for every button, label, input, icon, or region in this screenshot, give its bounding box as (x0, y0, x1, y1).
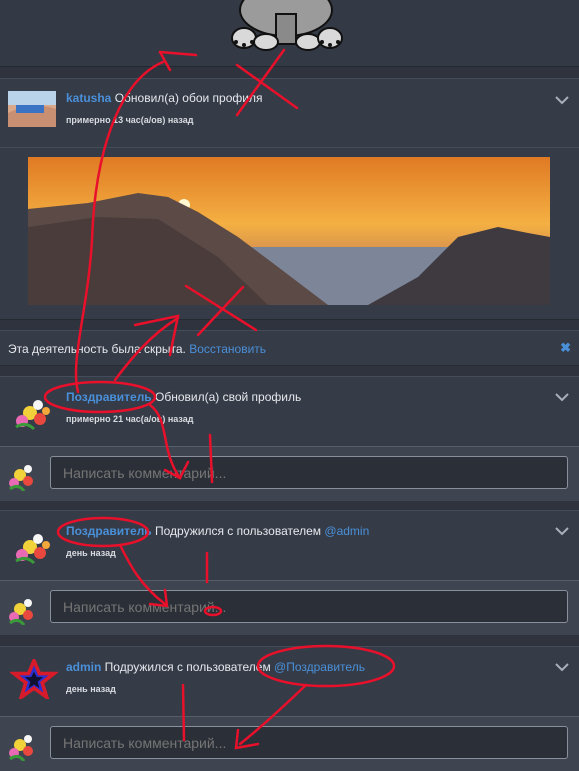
activity-card-friendship-admin: admin Подружился с пользователем @Поздра… (0, 646, 579, 718)
flower-avatar (9, 465, 33, 491)
comment-input[interactable] (50, 726, 568, 759)
activity-time: примерно 13 час(а/ов) назад (66, 115, 194, 125)
flower-avatar (9, 599, 33, 625)
hidden-activity-bar: Эта деятельность была скрыта. Восстанови… (0, 330, 579, 366)
star-avatar[interactable] (10, 659, 58, 699)
comment-input[interactable] (50, 590, 568, 623)
activity-action: Обновил(а) обои профиля (111, 91, 263, 105)
username-link[interactable]: katusha (66, 91, 111, 105)
activity-action: Подружился с пользователем (101, 660, 275, 674)
username-link[interactable]: admin (66, 660, 101, 674)
restore-link[interactable]: Восстановить (189, 342, 266, 356)
activity-time: день назад (66, 684, 116, 694)
hidden-activity-text: Эта деятельность была скрыта. Восстанови… (8, 342, 266, 356)
close-icon[interactable]: ✖ (560, 340, 571, 356)
elephant-mascot-icon (231, 0, 343, 51)
activity-headline: admin Подружился с пользователем @Поздра… (66, 660, 365, 674)
chevron-down-icon[interactable] (555, 662, 569, 672)
mention-link[interactable]: @Поздравитель (274, 660, 365, 674)
comment-row (0, 446, 579, 501)
activity-action: Обновил(а) свой профиль (151, 390, 302, 404)
activity-action: Подружился с пользователем (151, 524, 325, 538)
username-link[interactable]: Поздравитель (66, 390, 152, 404)
comment-input[interactable] (50, 456, 568, 489)
username-link[interactable]: Поздравитель (66, 524, 152, 538)
activity-card-profile-update: Поздравитель Обновил(а) свой профиль при… (0, 376, 579, 448)
chevron-down-icon[interactable] (555, 95, 569, 105)
comment-row (0, 580, 579, 635)
activity-time: примерно 21 час(а/ов) назад (66, 414, 194, 424)
flower-avatar (9, 735, 33, 761)
flower-avatar[interactable] (10, 525, 58, 565)
comment-row (0, 716, 579, 771)
activity-headline: Поздравитель Обновил(а) свой профиль (66, 390, 301, 404)
top-strip (0, 0, 579, 67)
chevron-down-icon[interactable] (555, 526, 569, 536)
activity-headline: katusha Обновил(а) обои профиля (66, 91, 262, 105)
activity-card-friendship: Поздравитель Подружился с пользователем … (0, 510, 579, 582)
hidden-message: Эта деятельность была скрыта. (8, 342, 190, 356)
flower-avatar[interactable] (10, 391, 58, 431)
wallpaper-image[interactable] (28, 157, 550, 305)
mention-link[interactable]: @admin (324, 524, 369, 538)
chevron-down-icon[interactable] (555, 392, 569, 402)
user-avatar[interactable] (8, 89, 56, 129)
activity-time: день назад (66, 548, 116, 558)
activity-headline: Поздравитель Подружился с пользователем … (66, 524, 369, 538)
